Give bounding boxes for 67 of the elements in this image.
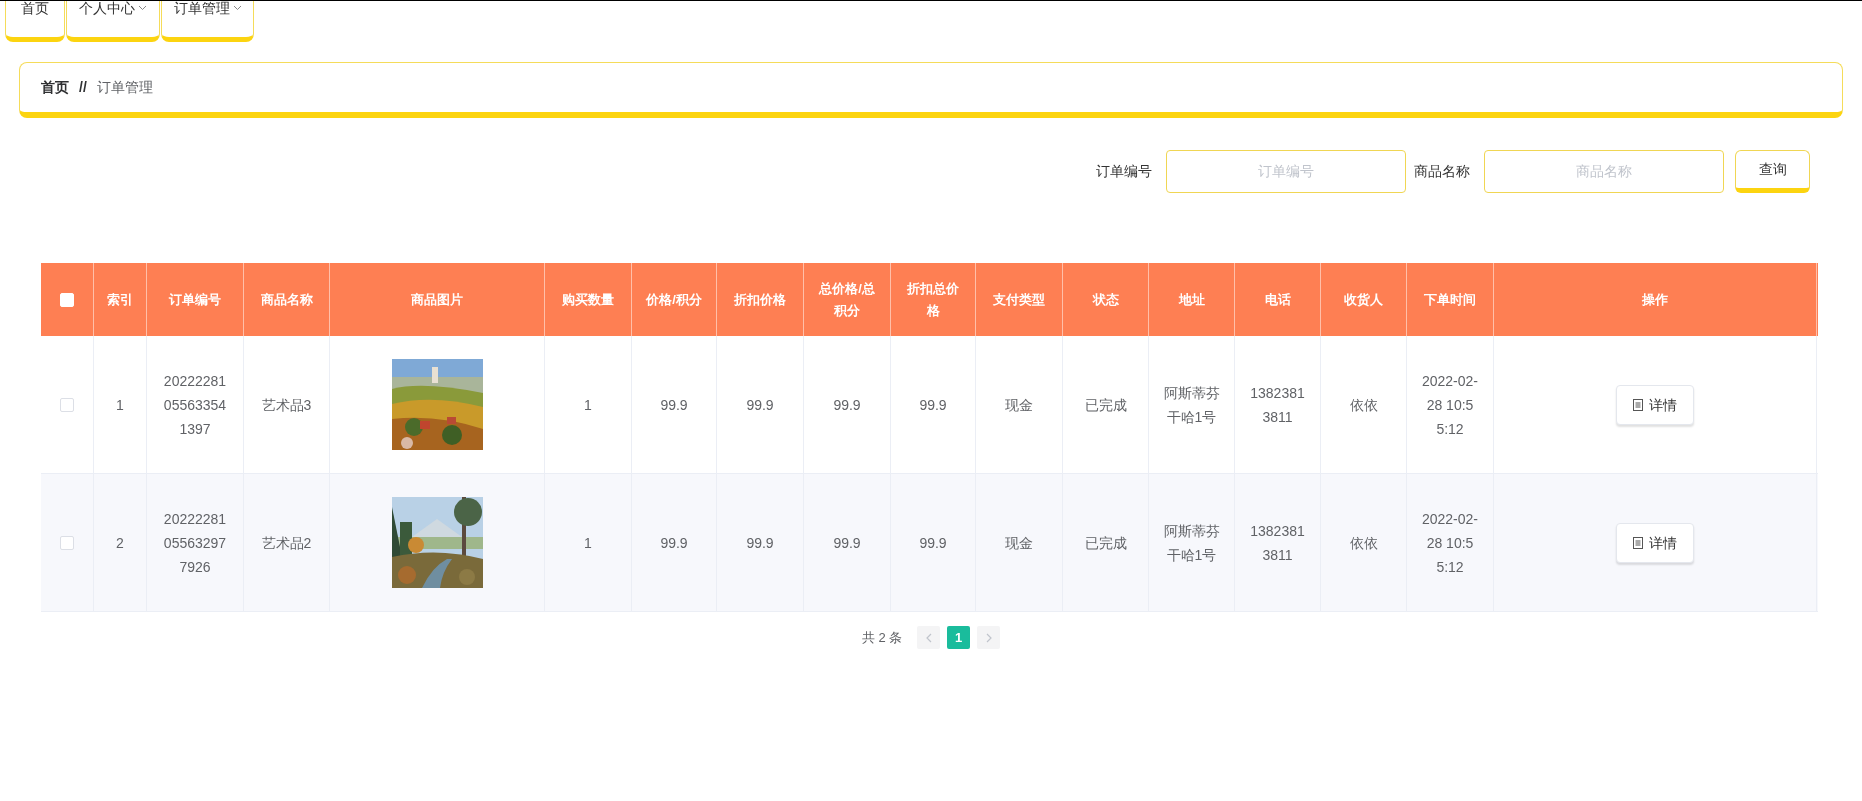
nav-tab[interactable]: 首页 <box>5 1 65 42</box>
table-cell-text: 阿斯蒂芬干哈1号 <box>1163 383 1220 427</box>
column-header: 购买数量 <box>562 290 614 309</box>
table-cell-text: 2022-02-28 10:55:12 <box>1421 509 1479 577</box>
column-header: 索引 <box>107 290 133 309</box>
table-cell-text: 依依 <box>1349 533 1378 553</box>
table-cell-text: 2 <box>116 533 124 553</box>
table-cell-text: 阿斯蒂芬干哈1号 <box>1163 521 1220 565</box>
table-cell-text: 99.9 <box>746 533 774 553</box>
table-cell-text: 依依 <box>1349 395 1378 415</box>
column-header: 折扣总价格 <box>906 279 960 320</box>
column-header: 订单编号 <box>169 290 221 309</box>
column-header: 折扣价格 <box>734 290 786 309</box>
table-cell-text: 现金 <box>1005 395 1033 415</box>
nav-tab[interactable]: 个人中心 <box>66 1 160 42</box>
table-cell-text: 艺术品2 <box>261 533 312 553</box>
nav-tab[interactable]: 订单管理 <box>161 1 254 42</box>
table-cell-text: 艺术品3 <box>261 395 312 415</box>
search-field[interactable]: 商品名称 <box>1484 149 1724 193</box>
details-button[interactable]: 详情 <box>1616 384 1694 425</box>
total-count: 共 2 条 <box>861 628 903 647</box>
table-cell-text: 99.9 <box>660 395 688 415</box>
chevron-down-icon <box>138 5 147 11</box>
column-header: 总价格/总积分 <box>818 279 876 320</box>
table-cell-text: 20222281055633541397 <box>162 371 228 439</box>
field-label: 商品名称 <box>1414 161 1470 181</box>
column-header: 地址 <box>1178 290 1205 309</box>
breadcrumb-separator: // <box>79 78 87 97</box>
table-cell-text: 99.9 <box>833 533 861 553</box>
table-cell-text: 1 <box>116 395 124 415</box>
document-icon <box>1633 398 1643 411</box>
column-header: 商品图片 <box>411 290 463 309</box>
table-cell-text: 现金 <box>1005 533 1033 553</box>
table-cell-text: 13823813811 <box>1249 383 1306 427</box>
column-header: 收货人 <box>1344 290 1383 309</box>
breadcrumb-link[interactable]: 首页 <box>41 77 69 98</box>
table-cell-text: 99.9 <box>660 533 688 553</box>
column-header: 商品名称 <box>260 290 313 309</box>
chevron-left-icon <box>925 632 932 643</box>
column-header: 操作 <box>1642 290 1668 309</box>
column-header: 下单时间 <box>1424 290 1476 309</box>
table-cell-text: 已完成 <box>1084 533 1127 553</box>
details-button[interactable]: 详情 <box>1616 522 1694 563</box>
search-button[interactable]: 查询 <box>1735 149 1810 193</box>
breadcrumb-current: 订单管理 <box>96 78 153 97</box>
column-header: 电话 <box>1264 290 1291 309</box>
chevron-right-icon <box>985 632 992 643</box>
row-checkbox[interactable] <box>60 397 74 412</box>
table-cell-text: 99.9 <box>919 533 947 553</box>
table-cell-text: 已完成 <box>1084 395 1127 415</box>
column-header: 支付类型 <box>993 290 1045 309</box>
field-label: 订单编号 <box>1096 161 1152 181</box>
table-cell-text: 99.9 <box>919 395 947 415</box>
table-cell-text: 99.9 <box>833 395 861 415</box>
document-icon <box>1633 536 1643 549</box>
table-cell-text: 2022-02-28 10:55:12 <box>1421 371 1479 439</box>
select-all-checkbox[interactable] <box>60 292 74 307</box>
table-cell-text: 20222281055632977926 <box>162 509 228 577</box>
row-checkbox[interactable] <box>60 535 74 550</box>
search-field[interactable]: 订单编号 <box>1166 149 1406 193</box>
column-header: 价格/积分 <box>646 290 702 309</box>
table-cell-text: 99.9 <box>746 395 774 415</box>
table-cell-text: 1 <box>584 395 592 415</box>
table-cell-text: 13823813811 <box>1249 521 1306 565</box>
chevron-down-icon <box>232 5 242 11</box>
column-header: 状态 <box>1092 290 1119 309</box>
table-cell-text: 1 <box>584 533 592 553</box>
